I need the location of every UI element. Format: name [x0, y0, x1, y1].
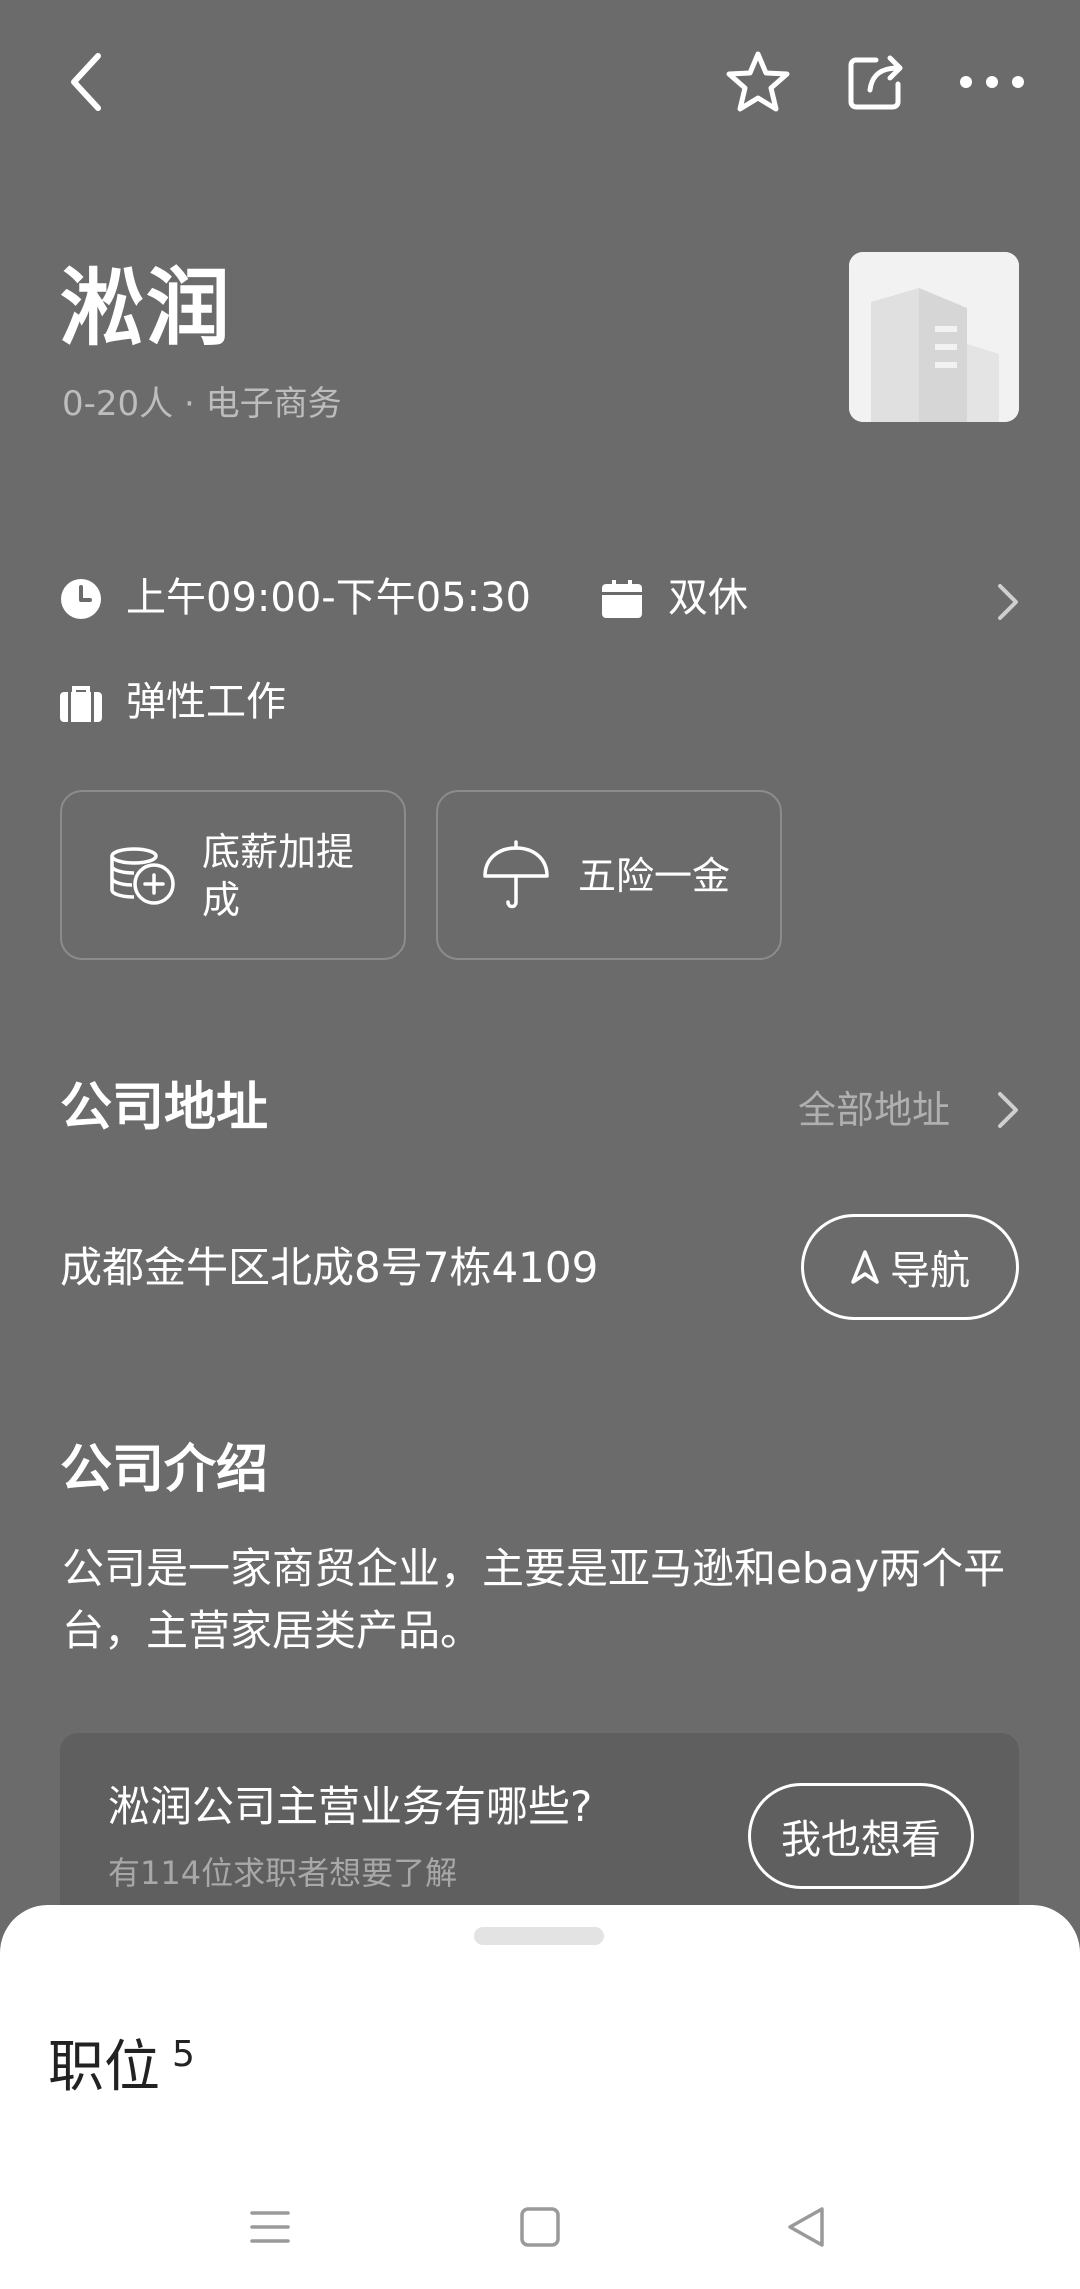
benefit-label: 五险一金: [578, 854, 731, 898]
work-type-row: 弹性工作: [60, 674, 660, 734]
back-arrow-icon: [71, 53, 101, 111]
home-square-icon: [520, 2207, 560, 2247]
all-addresses-link[interactable]: 全部地址: [798, 1084, 1020, 1136]
back-nav-button[interactable]: [772, 2195, 840, 2259]
navigate-button[interactable]: 导航: [801, 1214, 1019, 1320]
more-dots-icon: [960, 76, 1024, 88]
sheet-drag-handle[interactable]: [474, 1927, 604, 1945]
back-triangle-icon: [788, 2207, 824, 2247]
qa-question: 淞润公司主营业务有哪些?: [108, 1782, 593, 1831]
work-hours: 上午09:00-下午05:30: [126, 575, 531, 621]
chevron-right-icon: [998, 584, 1018, 620]
qa-card: 淞润公司主营业务有哪些? 有114位求职者想要了解 我也想看: [60, 1733, 1019, 1913]
company-name: 淞润: [60, 259, 233, 357]
home-nav-button[interactable]: [506, 2195, 574, 2259]
work-type: 弹性工作: [126, 679, 286, 725]
more-button[interactable]: [950, 40, 1034, 124]
menu-lines-icon: [250, 2211, 290, 2243]
rest-days: 双休: [668, 575, 748, 621]
company-logo[interactable]: [849, 252, 1019, 422]
navigation-arrow-icon: [851, 1250, 879, 1284]
jobs-count: 5: [172, 2034, 195, 2075]
benefit-card-commission: 底薪加提成: [60, 790, 406, 960]
navigate-label: 导航: [890, 1248, 970, 1294]
clock-icon: [61, 579, 101, 619]
benefit-card-insurance: 五险一金: [436, 790, 782, 960]
calendar-icon: [602, 580, 642, 618]
hours-row[interactable]: 上午09:00-下午05:30 双休: [60, 570, 1020, 630]
back-button[interactable]: [44, 40, 128, 124]
company-intro: 公司是一家商贸企业，主要是亚马逊和ebay两个平台，主营家居类产品。: [62, 1544, 1006, 1655]
benefit-label: 底薪加提成: [202, 830, 355, 922]
umbrella-icon: [483, 840, 549, 909]
intro-section-title: 公司介绍: [60, 1440, 269, 1500]
coins-plus-icon: [110, 847, 175, 905]
jobs-bottom-sheet[interactable]: 职位 5: [0, 1905, 1080, 2289]
address-section-title: 公司地址: [60, 1078, 269, 1138]
building-placeholder-icon: [849, 252, 1019, 422]
star-outline-icon: [726, 51, 790, 112]
company-address: 成都金牛区北成8号7栋4109: [60, 1243, 599, 1292]
favorite-button[interactable]: [716, 40, 800, 124]
jobs-label: 职位: [48, 2035, 160, 2100]
qa-interest-count: 有114位求职者想要了解: [108, 1854, 458, 1892]
briefcase-icon: [60, 686, 102, 722]
want-to-see-button[interactable]: 我也想看: [748, 1783, 974, 1889]
all-addresses-label: 全部地址: [798, 1088, 951, 1132]
share-icon: [848, 55, 903, 110]
share-button[interactable]: [834, 40, 918, 124]
chevron-right-icon: [998, 1092, 1018, 1128]
company-meta: 0-20人 · 电子商务: [62, 384, 342, 424]
menu-nav-button[interactable]: [236, 2195, 304, 2259]
